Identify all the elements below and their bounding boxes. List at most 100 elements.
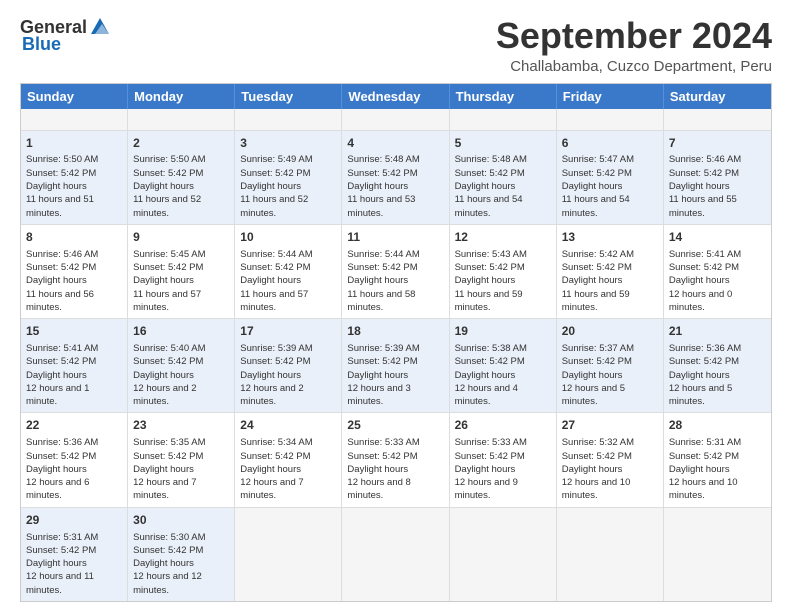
sunset-label: Sunset: 5:42 PM (455, 451, 525, 462)
sunrise-label: Sunrise: 5:36 AM (26, 437, 98, 448)
calendar: Sunday Monday Tuesday Wednesday Thursday… (20, 83, 772, 602)
calendar-cell-w1-d1 (21, 109, 128, 130)
sunrise-label: Sunrise: 5:50 AM (133, 154, 205, 165)
calendar-cell-w3-d6: 13Sunrise: 5:42 AMSunset: 5:42 PMDayligh… (557, 225, 664, 318)
sunrise-label: Sunrise: 5:34 AM (240, 437, 312, 448)
daylight-label: Daylight hours (669, 464, 730, 475)
daylight-value: 11 hours and 59 minutes. (562, 289, 630, 313)
day-number: 14 (669, 229, 766, 246)
daylight-value: 11 hours and 54 minutes. (455, 194, 523, 218)
day-number: 26 (455, 417, 551, 434)
sunset-label: Sunset: 5:42 PM (455, 168, 525, 179)
day-number: 13 (562, 229, 658, 246)
calendar-cell-w4-d7: 21Sunrise: 5:36 AMSunset: 5:42 PMDayligh… (664, 319, 771, 412)
sunrise-label: Sunrise: 5:44 AM (240, 249, 312, 260)
day-number: 9 (133, 229, 229, 246)
day-number: 30 (133, 512, 229, 529)
daylight-value: 12 hours and 6 minutes. (26, 477, 89, 501)
sunset-label: Sunset: 5:42 PM (133, 168, 203, 179)
sunset-label: Sunset: 5:42 PM (455, 262, 525, 273)
sunrise-label: Sunrise: 5:43 AM (455, 249, 527, 260)
calendar-cell-w2-d3: 3 Sunrise: 5:49 AM Sunset: 5:42 PM Daylight… (235, 131, 342, 224)
logo-blue-text: Blue (22, 34, 61, 55)
sunrise-label: Sunrise: 5:31 AM (26, 532, 98, 543)
daylight-value: 12 hours and 2 minutes. (240, 383, 303, 407)
sunrise-label: Sunrise: 5:50 AM (26, 154, 98, 165)
daylight-value: 11 hours and 55 minutes. (669, 194, 737, 218)
daylight-label: Daylight hours (455, 275, 516, 286)
sunrise-label: Sunrise: 5:39 AM (347, 343, 419, 354)
sunrise-label: Sunrise: 5:30 AM (133, 532, 205, 543)
calendar-cell-w5-d6: 27 Sunrise: 5:32 AM Sunset: 5:42 PM Dayligh… (557, 413, 664, 506)
header-thursday: Thursday (450, 84, 557, 109)
calendar-cell-w6-d2: 30 Sunrise: 5:30 AM Sunset: 5:42 PM Dayligh… (128, 508, 235, 601)
daylight-label: Daylight hours (455, 464, 516, 475)
sunrise-label: Sunrise: 5:32 AM (562, 437, 634, 448)
day-number: 3 (240, 135, 336, 152)
calendar-cell-w3-d3: 10Sunrise: 5:44 AMSunset: 5:42 PMDayligh… (235, 225, 342, 318)
calendar-cell-w1-d7 (664, 109, 771, 130)
daylight-label: Daylight hours (26, 181, 87, 192)
daylight-label: Daylight hours (562, 464, 623, 475)
sunrise-label: Sunrise: 5:49 AM (240, 154, 312, 165)
sunrise-label: Sunrise: 5:46 AM (669, 154, 741, 165)
sunrise-label: Sunrise: 5:33 AM (347, 437, 419, 448)
day-number: 21 (669, 323, 766, 340)
day-number: 27 (562, 417, 658, 434)
day-number: 6 (562, 135, 658, 152)
daylight-label: Daylight hours (669, 275, 730, 286)
daylight-label: Daylight hours (133, 558, 194, 569)
sunset-label: Sunset: 5:42 PM (562, 356, 632, 367)
sunset-label: Sunset: 5:42 PM (562, 451, 632, 462)
daylight-value: 12 hours and 7 minutes. (240, 477, 303, 501)
day-number: 28 (669, 417, 766, 434)
sunrise-label: Sunrise: 5:41 AM (26, 343, 98, 354)
calendar-cell-w1-d2 (128, 109, 235, 130)
calendar-week-1 (21, 109, 771, 131)
daylight-label: Daylight hours (455, 370, 516, 381)
daylight-value: 12 hours and 10 minutes. (562, 477, 631, 501)
sunset-label: Sunset: 5:42 PM (133, 262, 203, 273)
calendar-cell-w2-d7: 7Sunrise: 5:46 AMSunset: 5:42 PMDaylight… (664, 131, 771, 224)
calendar-cell-w6-d6 (557, 508, 664, 601)
daylight-value: 12 hours and 9 minutes. (455, 477, 518, 501)
page: General Blue September 2024 Challabamba,… (0, 0, 792, 612)
calendar-cell-w2-d6: 6Sunrise: 5:47 AMSunset: 5:42 PMDaylight… (557, 131, 664, 224)
sunset-label: Sunset: 5:42 PM (133, 545, 203, 556)
calendar-header-row: Sunday Monday Tuesday Wednesday Thursday… (21, 84, 771, 109)
daylight-label: Daylight hours (240, 275, 301, 286)
daylight-label: Daylight hours (347, 464, 408, 475)
calendar-cell-w5-d1: 22Sunrise: 5:36 AMSunset: 5:42 PMDayligh… (21, 413, 128, 506)
calendar-cell-w4-d4: 18Sunrise: 5:39 AMSunset: 5:42 PMDayligh… (342, 319, 449, 412)
sunrise-label: Sunrise: 5:45 AM (133, 249, 205, 260)
sunset-label: Sunset: 5:42 PM (26, 451, 96, 462)
calendar-cell-w5-d4: 25Sunrise: 5:33 AMSunset: 5:42 PMDayligh… (342, 413, 449, 506)
calendar-cell-w3-d2: 9Sunrise: 5:45 AMSunset: 5:42 PMDaylight… (128, 225, 235, 318)
calendar-cell-w6-d4 (342, 508, 449, 601)
daylight-label: Daylight hours (133, 181, 194, 192)
daylight-value: 12 hours and 11 minutes. (26, 571, 94, 595)
calendar-cell-w2-d5: 5Sunrise: 5:48 AMSunset: 5:42 PMDaylight… (450, 131, 557, 224)
calendar-cell-w4-d6: 20Sunrise: 5:37 AMSunset: 5:42 PMDayligh… (557, 319, 664, 412)
daylight-value: 12 hours and 8 minutes. (347, 477, 410, 501)
daylight-label: Daylight hours (240, 181, 301, 192)
day-number: 17 (240, 323, 336, 340)
calendar-cell-w1-d6 (557, 109, 664, 130)
daylight-value: 12 hours and 0 minutes. (669, 289, 732, 313)
day-number: 18 (347, 323, 443, 340)
sunset-label: Sunset: 5:42 PM (562, 262, 632, 273)
sunset-label: Sunset: 5:42 PM (133, 451, 203, 462)
daylight-value: 11 hours and 58 minutes. (347, 289, 415, 313)
calendar-cell-w1-d4 (342, 109, 449, 130)
sunset-label: Sunset: 5:42 PM (562, 168, 632, 179)
sunset-label: Sunset: 5:42 PM (240, 168, 310, 179)
sunset-label: Sunset: 5:42 PM (26, 168, 96, 179)
calendar-cell-w3-d4: 11Sunrise: 5:44 AMSunset: 5:42 PMDayligh… (342, 225, 449, 318)
day-number: 11 (347, 229, 443, 246)
daylight-label: Daylight hours (455, 181, 516, 192)
calendar-cell-w1-d3 (235, 109, 342, 130)
sunset-label: Sunset: 5:42 PM (347, 168, 417, 179)
daylight-value: 12 hours and 10 minutes. (669, 477, 738, 501)
calendar-cell-w4-d5: 19Sunrise: 5:38 AMSunset: 5:42 PMDayligh… (450, 319, 557, 412)
calendar-cell-w4-d2: 16Sunrise: 5:40 AMSunset: 5:42 PMDayligh… (128, 319, 235, 412)
